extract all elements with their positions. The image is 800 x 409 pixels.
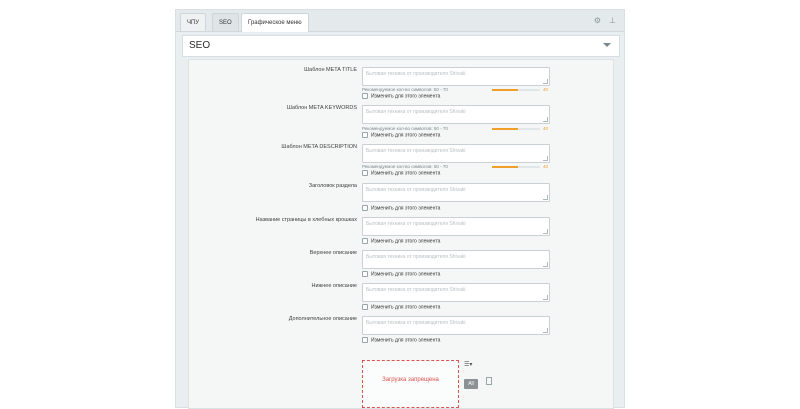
hint-count: 40 [543,87,549,92]
field-label: Нижнее описание [311,283,358,289]
field-label: Заголовок раздела [308,183,357,189]
override-checkbox-row[interactable]: Изменить для этого элемента [362,304,440,310]
tab-chpu[interactable]: ЧПУ [180,13,207,31]
upload-dropzone[interactable]: Загрузка запрещена [362,360,459,408]
section-title: SEO [189,40,211,51]
checkbox-label: Изменить для этого элемента [371,205,441,212]
length-bar [492,89,540,91]
override-checkbox-row[interactable]: Изменить для этого элемента [362,205,440,211]
override-checkbox-row[interactable]: Изменить для этого элемента [362,337,440,343]
length-bar [492,166,540,168]
top-description-field[interactable]: Бытовая техника от производителя Shivaki [362,250,550,269]
bottom-description-field[interactable]: Бытовая техника от производителя Shivaki [362,283,550,302]
checkbox[interactable] [362,170,368,176]
hint-text: Рекомендуемое кол-во символов: 50 - 70 [362,164,448,169]
checkbox[interactable] [362,337,368,343]
checkbox[interactable] [362,304,368,310]
gear-icon[interactable]: ⚙ [594,16,601,25]
checkbox[interactable] [362,132,368,138]
length-bar [492,128,540,130]
meta-title-field[interactable]: Бытовая техника от производителя Shivaki [362,67,550,86]
checkbox-label: Изменить для этого элемента [371,93,441,100]
field-label: Название страницы в хлебных крошках [255,217,357,223]
override-checkbox-row[interactable]: Изменить для этого элемента [362,132,440,138]
checkbox[interactable] [362,238,368,244]
override-checkbox-row[interactable]: Изменить для этого элемента [362,238,440,244]
additional-description-field[interactable]: Бытовая техника от производителя Shivaki [362,316,550,335]
checkbox-label: Изменить для этого элемента [371,238,441,245]
checkbox-label: Изменить для этого элемента [371,304,441,311]
tab-icons: ⚙ ⊥ [586,16,616,25]
override-checkbox-row[interactable]: Изменить для этого элемента [362,271,440,277]
pin-icon[interactable]: ⊥ [609,16,616,25]
tab-seo[interactable]: SEO [212,13,239,31]
override-checkbox-row[interactable]: Изменить для этого элемента [362,170,440,176]
checkbox-label: Изменить для этого элемента [371,132,441,139]
field-label: Шаблон META KEYWORDS [286,105,357,111]
checkbox-label: Изменить для этого элемента [371,170,441,177]
menu-icon[interactable]: ☰▾ [464,361,492,368]
document-icon[interactable] [486,377,493,385]
field-label: Верхнее описание [309,250,357,256]
tab-graphic-menu-label: Графическое меню [248,20,302,26]
field-label: Шаблон META DESCRIPTION [281,144,357,150]
checkbox-label: Изменить для этого элемента [371,337,441,344]
all-button[interactable]: All [464,379,478,389]
seo-form: Шаблон META TITLE Бытовая техника от про… [188,59,614,409]
field-label: Дополнительное описание [288,316,357,322]
hint-text: Рекомендуемое кол-во символов: 50 - 70 [362,87,448,92]
section-header[interactable]: SEO [182,35,620,57]
chevron-down-icon[interactable] [603,43,611,47]
tab-graphic-menu[interactable]: Графическое меню [241,13,309,32]
tab-bar: ЧПУ SEO Графическое меню ⚙ ⊥ [176,10,624,32]
breadcrumb-title-field[interactable]: Бытовая техника от производителя Shivaki [362,217,550,236]
tab-seo-label: SEO [219,20,232,26]
upload-disabled-text: Загрузка запрещена [382,377,439,383]
upload-tools: ☰▾ All [464,361,493,390]
section-heading-field[interactable]: Бытовая техника от производителя Shivaki [362,183,550,202]
settings-panel: ЧПУ SEO Графическое меню ⚙ ⊥ SEO Шаблон M… [175,9,625,409]
hint-text: Рекомендуемое кол-во символов: 50 - 70 [362,126,448,131]
checkbox[interactable] [362,205,368,211]
tab-chpu-label: ЧПУ [187,20,200,26]
hint-count: 40 [543,164,549,169]
meta-keywords-field[interactable]: Бытовая техника от производителя Shivaki [362,105,550,124]
checkbox-label: Изменить для этого элемента [371,271,441,278]
field-label: Шаблон META TITLE [304,67,357,73]
checkbox[interactable] [362,93,368,99]
hint-count: 40 [543,126,549,131]
meta-description-field[interactable]: Бытовая техника от производителя Shivaki [362,144,550,163]
override-checkbox-row[interactable]: Изменить для этого элемента [362,93,440,99]
checkbox[interactable] [362,271,368,277]
